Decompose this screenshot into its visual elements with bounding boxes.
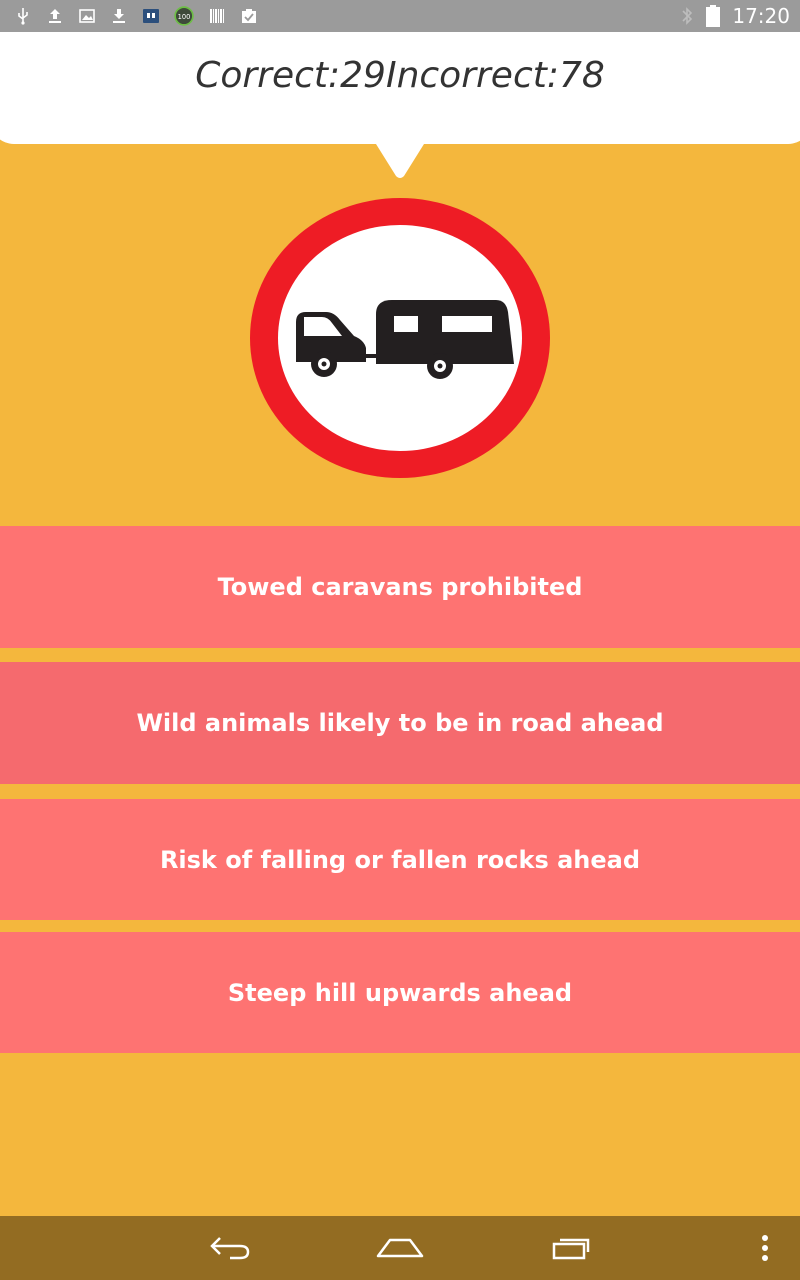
bluetooth-icon <box>682 7 693 25</box>
clock: 17:20 <box>732 4 790 28</box>
home-button[interactable] <box>370 1228 430 1268</box>
back-icon <box>210 1237 250 1260</box>
overflow-menu-button[interactable] <box>750 1228 780 1268</box>
incorrect-label: Incorrect: <box>385 54 559 96</box>
image-icon <box>79 9 95 23</box>
svg-text:100: 100 <box>178 13 191 21</box>
towed-caravan-prohibited-sign-icon <box>250 198 550 478</box>
system-status: 17:20 <box>680 0 790 32</box>
answer-option-2[interactable]: Wild animals likely to be in road ahead <box>0 662 800 784</box>
battery-icon <box>706 5 721 27</box>
download-icon <box>113 9 125 23</box>
answer-option-3[interactable]: Risk of falling or fallen rocks ahead <box>0 799 800 920</box>
recent-apps-button[interactable] <box>540 1228 600 1268</box>
correct-label: Correct: <box>195 54 341 96</box>
battery-100-icon: 100 <box>174 6 194 26</box>
recent-apps-icon <box>552 1238 590 1260</box>
answer-option-4[interactable]: Steep hill upwards ahead <box>0 932 800 1053</box>
correct-count: 29 <box>340 54 386 96</box>
answer-option-label: Risk of falling or fallen rocks ahead <box>159 845 641 874</box>
status-bar: 100 17:20 <box>0 0 800 32</box>
upload-icon <box>49 9 61 23</box>
clipboard-check-icon <box>242 9 256 23</box>
back-button[interactable] <box>200 1228 260 1268</box>
score-display: Correct: 29 Incorrect: 78 <box>0 32 800 118</box>
barcode-icon <box>210 9 224 23</box>
usb-icon <box>18 8 28 25</box>
home-icon <box>376 1238 424 1258</box>
incorrect-count: 78 <box>559 54 605 96</box>
overflow-menu-icon <box>762 1235 768 1261</box>
answer-option-1[interactable]: Towed caravans prohibited <box>0 526 800 648</box>
score-card-pointer <box>366 128 434 178</box>
notification-icons: 100 <box>14 2 258 30</box>
app-icon <box>143 9 159 23</box>
navigation-bar <box>0 1216 800 1280</box>
answer-option-label: Wild animals likely to be in road ahead <box>136 709 664 737</box>
answer-option-label: Steep hill upwards ahead <box>227 978 573 1007</box>
answer-option-label: Towed caravans prohibited <box>217 573 583 601</box>
